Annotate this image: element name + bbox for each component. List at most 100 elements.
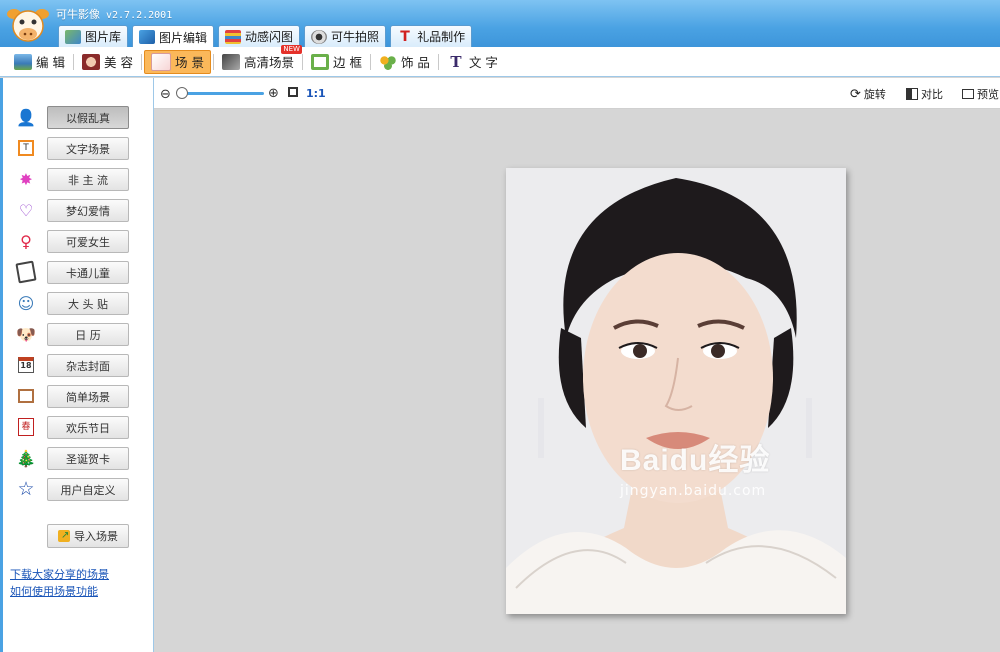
scene-simple-button[interactable]: 简单场景 (47, 385, 129, 408)
tool-label: 场 景 (174, 55, 204, 70)
star-icon: ☆ (17, 478, 35, 500)
tool-hd-scene[interactable]: 高清场景 NEW (216, 44, 302, 73)
scene-calendar-button[interactable]: 日 历 (47, 323, 129, 346)
scene-text-button[interactable]: 文字场景 (47, 137, 129, 160)
realistic-icon: 👤 (16, 107, 36, 127)
scene-christmas-button[interactable]: 圣诞贺卡 (47, 447, 129, 470)
tool-label: 文 字 (468, 55, 498, 70)
scene-non-mainstream-button[interactable]: 非 主 流 (47, 168, 129, 191)
text-icon: T (450, 52, 462, 71)
preview-icon (962, 89, 974, 99)
compare-button[interactable]: 对比 (906, 86, 943, 102)
scene-magazine-button[interactable]: 杂志封面 (47, 354, 129, 377)
scene-panel: 👤 以假乱真 T 文字场景 ✸ 非 主 流 ♡ 梦幻爱情 ♀ 可爱女生 卡通儿童… (0, 78, 154, 652)
heart-icon: ♡ (18, 200, 34, 220)
import-scene-button[interactable]: ↗ 导入场景 (47, 524, 129, 548)
scene-row: 春 欢乐节日 (14, 415, 134, 439)
scene-row: ♡ 梦幻爱情 (14, 198, 134, 222)
new-badge: NEW (281, 44, 302, 54)
beauty-icon (81, 53, 100, 70)
scene-cartoon-kids-button[interactable]: 卡通儿童 (47, 261, 129, 284)
scene-realistic-button[interactable]: 以假乱真 (47, 106, 129, 129)
christmas-tree-icon: 🎄 (16, 448, 36, 468)
tool-text[interactable]: T 文 字 (441, 51, 504, 73)
app-version: v2.7.2.2001 (106, 10, 173, 21)
tool-label: 高清场景 (243, 55, 294, 70)
tab-label: 礼品制作 (417, 30, 466, 44)
tool-label: 编 辑 (36, 55, 65, 70)
tab-webcam[interactable]: 可牛拍照 (304, 25, 387, 47)
zoom-out-icon[interactable]: ⊖ (160, 87, 171, 102)
tool-accessory[interactable]: 饰 品 (373, 51, 436, 73)
import-icon: ↗ (58, 530, 70, 542)
divider (369, 53, 371, 70)
divider (72, 53, 74, 70)
hd-scene-icon (221, 53, 240, 70)
scene-cute-girl-button[interactable]: 可爱女生 (47, 230, 129, 253)
edit-toolbar: 编 辑 美 容 场 景 高清场景 NEW 边 框 饰 品 T 文 字 (0, 44, 1000, 77)
baidu-jingyan-watermark: Baidu经验 jingyan.baidu.com (620, 435, 770, 499)
scene-custom-button[interactable]: 用户自定义 (47, 478, 129, 501)
main-tabs: 图片库 图片编辑 动感闪图 可牛拍照 T 礼品制作 (58, 25, 473, 48)
preview-button[interactable]: 预览 (962, 86, 999, 102)
zoom-slider[interactable] (180, 92, 264, 95)
scene-row: ☆ 用户自定义 (14, 477, 134, 501)
tool-label: 边 框 (332, 55, 362, 70)
divider (212, 53, 214, 70)
tab-label: 可牛拍照 (331, 30, 380, 44)
edited-photo[interactable] (506, 168, 846, 614)
zoom-slider-handle[interactable] (176, 87, 188, 99)
zoom-in-icon[interactable]: ⊕ (268, 86, 279, 101)
app-name: 可牛影像 (56, 8, 100, 21)
rotate-button[interactable]: ⟳ 旋转 (850, 86, 886, 102)
gallery-icon (65, 29, 81, 44)
accessory-icon (378, 53, 397, 70)
tab-gallery[interactable]: 图片库 (58, 25, 129, 47)
frame-icon (310, 53, 329, 70)
calendar-dog-icon: 🐶 (16, 324, 36, 344)
sparkle-icon: ✸ (19, 169, 33, 189)
text-scene-icon: T (14, 137, 38, 159)
scene-icon (150, 52, 171, 71)
book-icon (14, 260, 38, 284)
actual-size-button[interactable]: 1:1 (306, 87, 326, 100)
rotate-icon: ⟳ (850, 86, 861, 102)
tool-edit[interactable]: 编 辑 (8, 51, 71, 73)
app-title: 可牛影像 v2.7.2.2001 (56, 6, 172, 22)
rotate-label: 旋转 (863, 88, 886, 101)
scene-festival-button[interactable]: 欢乐节日 (47, 416, 129, 439)
scene-row: ♀ 可爱女生 (14, 229, 134, 253)
tool-label: 美 容 (103, 55, 133, 70)
download-scenes-link[interactable]: 下载大家分享的场景 (10, 566, 109, 582)
tab-label: 图片编辑 (159, 30, 208, 45)
scene-row: 🐶 日 历 (14, 322, 134, 346)
scene-row: ☺ 大 头 贴 (14, 291, 134, 315)
flash-gif-icon (225, 29, 242, 44)
howto-scene-link[interactable]: 如何使用场景功能 (10, 583, 98, 599)
tab-edit-image[interactable]: 图片编辑 (132, 25, 215, 48)
image-canvas[interactable] (154, 109, 1000, 652)
divider (140, 53, 142, 70)
tool-frame[interactable]: 边 框 (305, 51, 368, 73)
app-logo-cow-icon (7, 9, 49, 42)
female-icon: ♀ (20, 231, 32, 251)
photo-sticker-icon: ☺ (17, 293, 35, 313)
scene-row: T 文字场景 (14, 136, 134, 160)
tab-gift[interactable]: T 礼品制作 (390, 25, 473, 47)
tab-flash-gif[interactable]: 动感闪图 (218, 25, 301, 47)
scene-row: 卡通儿童 (14, 260, 134, 284)
scene-row: ✸ 非 主 流 (14, 167, 134, 191)
edit-image-icon (139, 30, 156, 44)
spring-festival-icon: 春 (14, 416, 38, 438)
compare-label: 对比 (921, 88, 943, 101)
compare-icon (906, 88, 918, 100)
webcam-icon (311, 29, 328, 44)
scene-photo-sticker-button[interactable]: 大 头 贴 (47, 292, 129, 315)
tool-scene[interactable]: 场 景 (143, 49, 211, 74)
tool-beauty[interactable]: 美 容 (76, 51, 139, 73)
preview-label: 预览 (977, 88, 999, 101)
fit-screen-icon[interactable] (288, 87, 298, 97)
tab-label: 动感闪图 (245, 30, 294, 44)
scene-dream-love-button[interactable]: 梦幻爱情 (47, 199, 129, 222)
scene-row: 👤 以假乱真 (14, 105, 134, 129)
